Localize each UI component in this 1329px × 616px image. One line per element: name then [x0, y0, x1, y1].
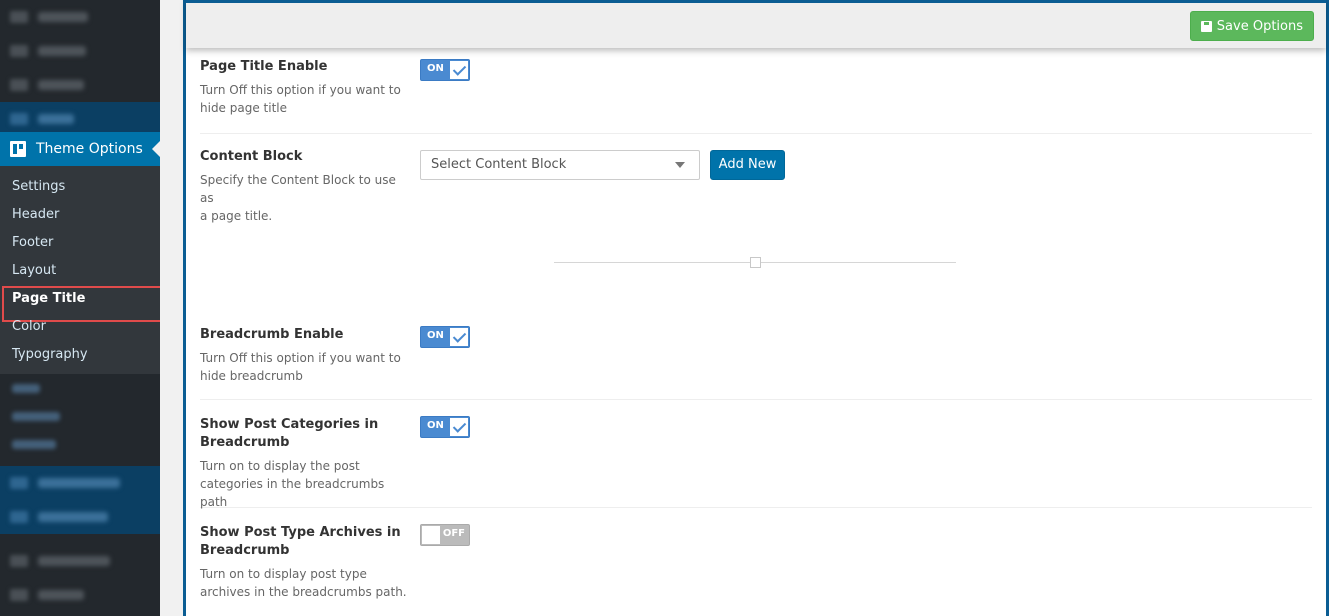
- show-post-categories-toggle[interactable]: ON: [420, 416, 470, 438]
- save-options-label: Save Options: [1216, 18, 1303, 34]
- submenu-item-blurred[interactable]: [0, 374, 160, 402]
- options-panel: Save Options Page Title Enable Turn Off …: [183, 0, 1329, 616]
- description-line: Turn on to display post type: [200, 567, 367, 581]
- sidebar-item-blurred[interactable]: [0, 0, 160, 34]
- submenu-item-layout[interactable]: Layout: [0, 257, 160, 285]
- menu-icon: [10, 79, 28, 91]
- toggle-state-label: ON: [427, 63, 444, 74]
- check-icon: [450, 61, 468, 79]
- sidebar-item-blurred[interactable]: [0, 578, 160, 612]
- option-label: Show Post Type Archives in Breadcrumb Tu…: [200, 524, 410, 601]
- option-description: Turn Off this option if you want to hide…: [200, 349, 410, 385]
- toggle-state-label: ON: [427, 420, 444, 431]
- submenu-item-footer[interactable]: Footer: [0, 229, 160, 257]
- description-line: Turn on to display the post: [200, 459, 360, 473]
- title-line: Show Post Type Archives in: [200, 525, 401, 540]
- breadcrumb-enable-toggle[interactable]: ON: [420, 326, 470, 348]
- description-line: hide breadcrumb: [200, 369, 303, 383]
- description-line: a page title.: [200, 209, 273, 223]
- option-title: Show Post Type Archives in Breadcrumb: [200, 524, 410, 560]
- description-line: Turn Off this option if you want to: [200, 83, 401, 97]
- option-title: Content Block: [200, 149, 303, 164]
- menu-icon: [10, 511, 28, 523]
- option-title: Page Title Enable: [200, 59, 328, 74]
- menu-icon: [10, 555, 28, 567]
- option-row-content-block: Content Block Specify the Content Block …: [200, 134, 1312, 400]
- check-icon: [450, 328, 468, 346]
- option-description: Turn Off this option if you want to hide…: [200, 81, 410, 117]
- option-row-page-title-enable: Page Title Enable Turn Off this option i…: [200, 58, 1312, 134]
- option-description: Specify the Content Block to use as a pa…: [200, 171, 410, 225]
- submenu-item-blurred[interactable]: [0, 402, 160, 430]
- menu-icon: [10, 11, 28, 23]
- divider-handle: [750, 257, 761, 268]
- title-line: Breadcrumb: [200, 543, 290, 558]
- theme-options-submenu: Settings Header Footer Layout Page Title…: [0, 166, 160, 374]
- option-description: Turn on to display the post categories i…: [200, 457, 410, 511]
- sidebar-item-blurred[interactable]: [0, 34, 160, 68]
- title-line: Breadcrumb: [200, 435, 290, 450]
- toggle-state-label: ON: [427, 330, 444, 341]
- check-icon: [450, 418, 468, 436]
- description-line: Specify the Content Block to use as: [200, 173, 396, 205]
- sidebar-item-label: Theme Options: [36, 141, 143, 157]
- description-line: Turn Off this option if you want to: [200, 351, 401, 365]
- save-icon: [1200, 20, 1212, 32]
- sidebar-item-blurred[interactable]: [0, 544, 160, 578]
- show-post-type-archives-toggle[interactable]: OFF: [420, 524, 470, 546]
- menu-icon: [10, 477, 28, 489]
- submenu-item-header[interactable]: Header: [0, 201, 160, 229]
- sidebar-item-blurred[interactable]: [0, 102, 160, 136]
- description-line: categories in the breadcrumbs path: [200, 477, 385, 509]
- theme-options-icon: [10, 141, 26, 157]
- select-placeholder: Select Content Block: [431, 157, 567, 172]
- current-menu-arrow-icon: [152, 141, 160, 157]
- description-line: hide page title: [200, 101, 287, 115]
- sidebar-item-blurred[interactable]: [0, 466, 160, 500]
- submenu-item-blurred[interactable]: [0, 430, 160, 458]
- option-label: Page Title Enable Turn Off this option i…: [200, 58, 410, 117]
- sidebar-lower-blurred: [0, 374, 160, 612]
- submenu-item-color[interactable]: Color: [0, 313, 160, 341]
- title-line: Show Post Categories in: [200, 417, 379, 432]
- add-new-button[interactable]: Add New: [710, 150, 785, 180]
- menu-icon: [10, 45, 28, 57]
- description-line: archives in the breadcrumbs path.: [200, 585, 407, 599]
- option-description: Turn on to display post type archives in…: [200, 565, 410, 601]
- option-title: Show Post Categories in Breadcrumb: [200, 416, 410, 452]
- content-block-select[interactable]: Select Content Block: [420, 150, 700, 180]
- admin-sidebar: Theme Options Settings Header Footer Lay…: [0, 0, 160, 616]
- option-title: Breadcrumb Enable: [200, 327, 344, 342]
- sidebar-item-blurred[interactable]: [0, 500, 160, 534]
- submenu-item-typography[interactable]: Typography: [0, 341, 160, 369]
- submenu-item-page-title[interactable]: Page Title: [0, 285, 160, 322]
- options-toolbar: Save Options: [186, 0, 1326, 48]
- option-row-show-post-type-archives: Show Post Type Archives in Breadcrumb Tu…: [200, 508, 1312, 616]
- save-options-button[interactable]: Save Options: [1189, 11, 1314, 41]
- option-label: Content Block Specify the Content Block …: [200, 148, 410, 225]
- sidebar-item-theme-options[interactable]: Theme Options: [0, 132, 160, 166]
- toggle-knob: [422, 526, 440, 544]
- sidebar-item-blurred[interactable]: [0, 68, 160, 102]
- option-label-breadcrumb-enable: Breadcrumb Enable Turn Off this option i…: [200, 326, 410, 385]
- menu-icon: [10, 589, 28, 601]
- menu-icon: [10, 113, 28, 125]
- option-row-show-post-categories: Show Post Categories in Breadcrumb Turn …: [200, 400, 1312, 511]
- submenu-item-settings[interactable]: Settings: [0, 173, 160, 201]
- chevron-down-icon: [675, 162, 685, 168]
- toggle-state-label: OFF: [442, 528, 465, 539]
- option-label: Show Post Categories in Breadcrumb Turn …: [200, 416, 410, 511]
- page-title-enable-toggle[interactable]: ON: [420, 59, 470, 81]
